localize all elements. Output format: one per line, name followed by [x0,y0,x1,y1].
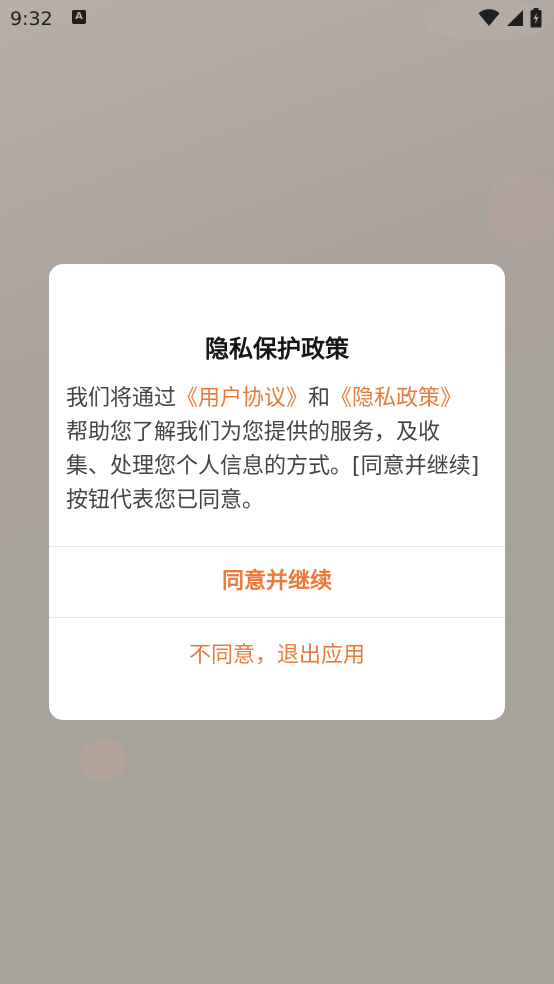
privacy-policy-link[interactable]: 《隐私政策》 [330,386,462,411]
status-icons [478,8,542,28]
status-time: 9:32 [10,8,53,30]
background-decoration [76,736,130,784]
dialog-title: 隐私保护政策 [205,335,349,363]
background-decoration [488,175,554,245]
decline-exit-button[interactable]: 不同意，退出应用 [49,618,505,694]
user-agreement-link[interactable]: 《用户协议》 [176,386,308,411]
message-intro: 我们将通过 [66,386,177,411]
message-and: 和 [308,386,331,411]
notification-a-icon: A [72,10,86,24]
battery-charging-icon [530,8,542,28]
privacy-dialog: 隐私保护政策 我们将通过《用户协议》和《隐私政策》帮助您了解我们为您提供的服务，… [49,264,505,720]
agree-continue-button[interactable]: 同意并继续 [49,547,505,617]
wifi-icon [478,9,500,27]
status-bar: 9:32 A [0,0,554,38]
dialog-message: 我们将通过《用户协议》和《隐私政策》帮助您了解我们为您提供的服务，及收集、处理您… [66,382,482,518]
signal-icon [506,9,524,27]
message-rest: 帮助您了解我们为您提供的服务，及收集、处理您个人信息的方式。[同意并继续]按钮代… [66,420,480,513]
